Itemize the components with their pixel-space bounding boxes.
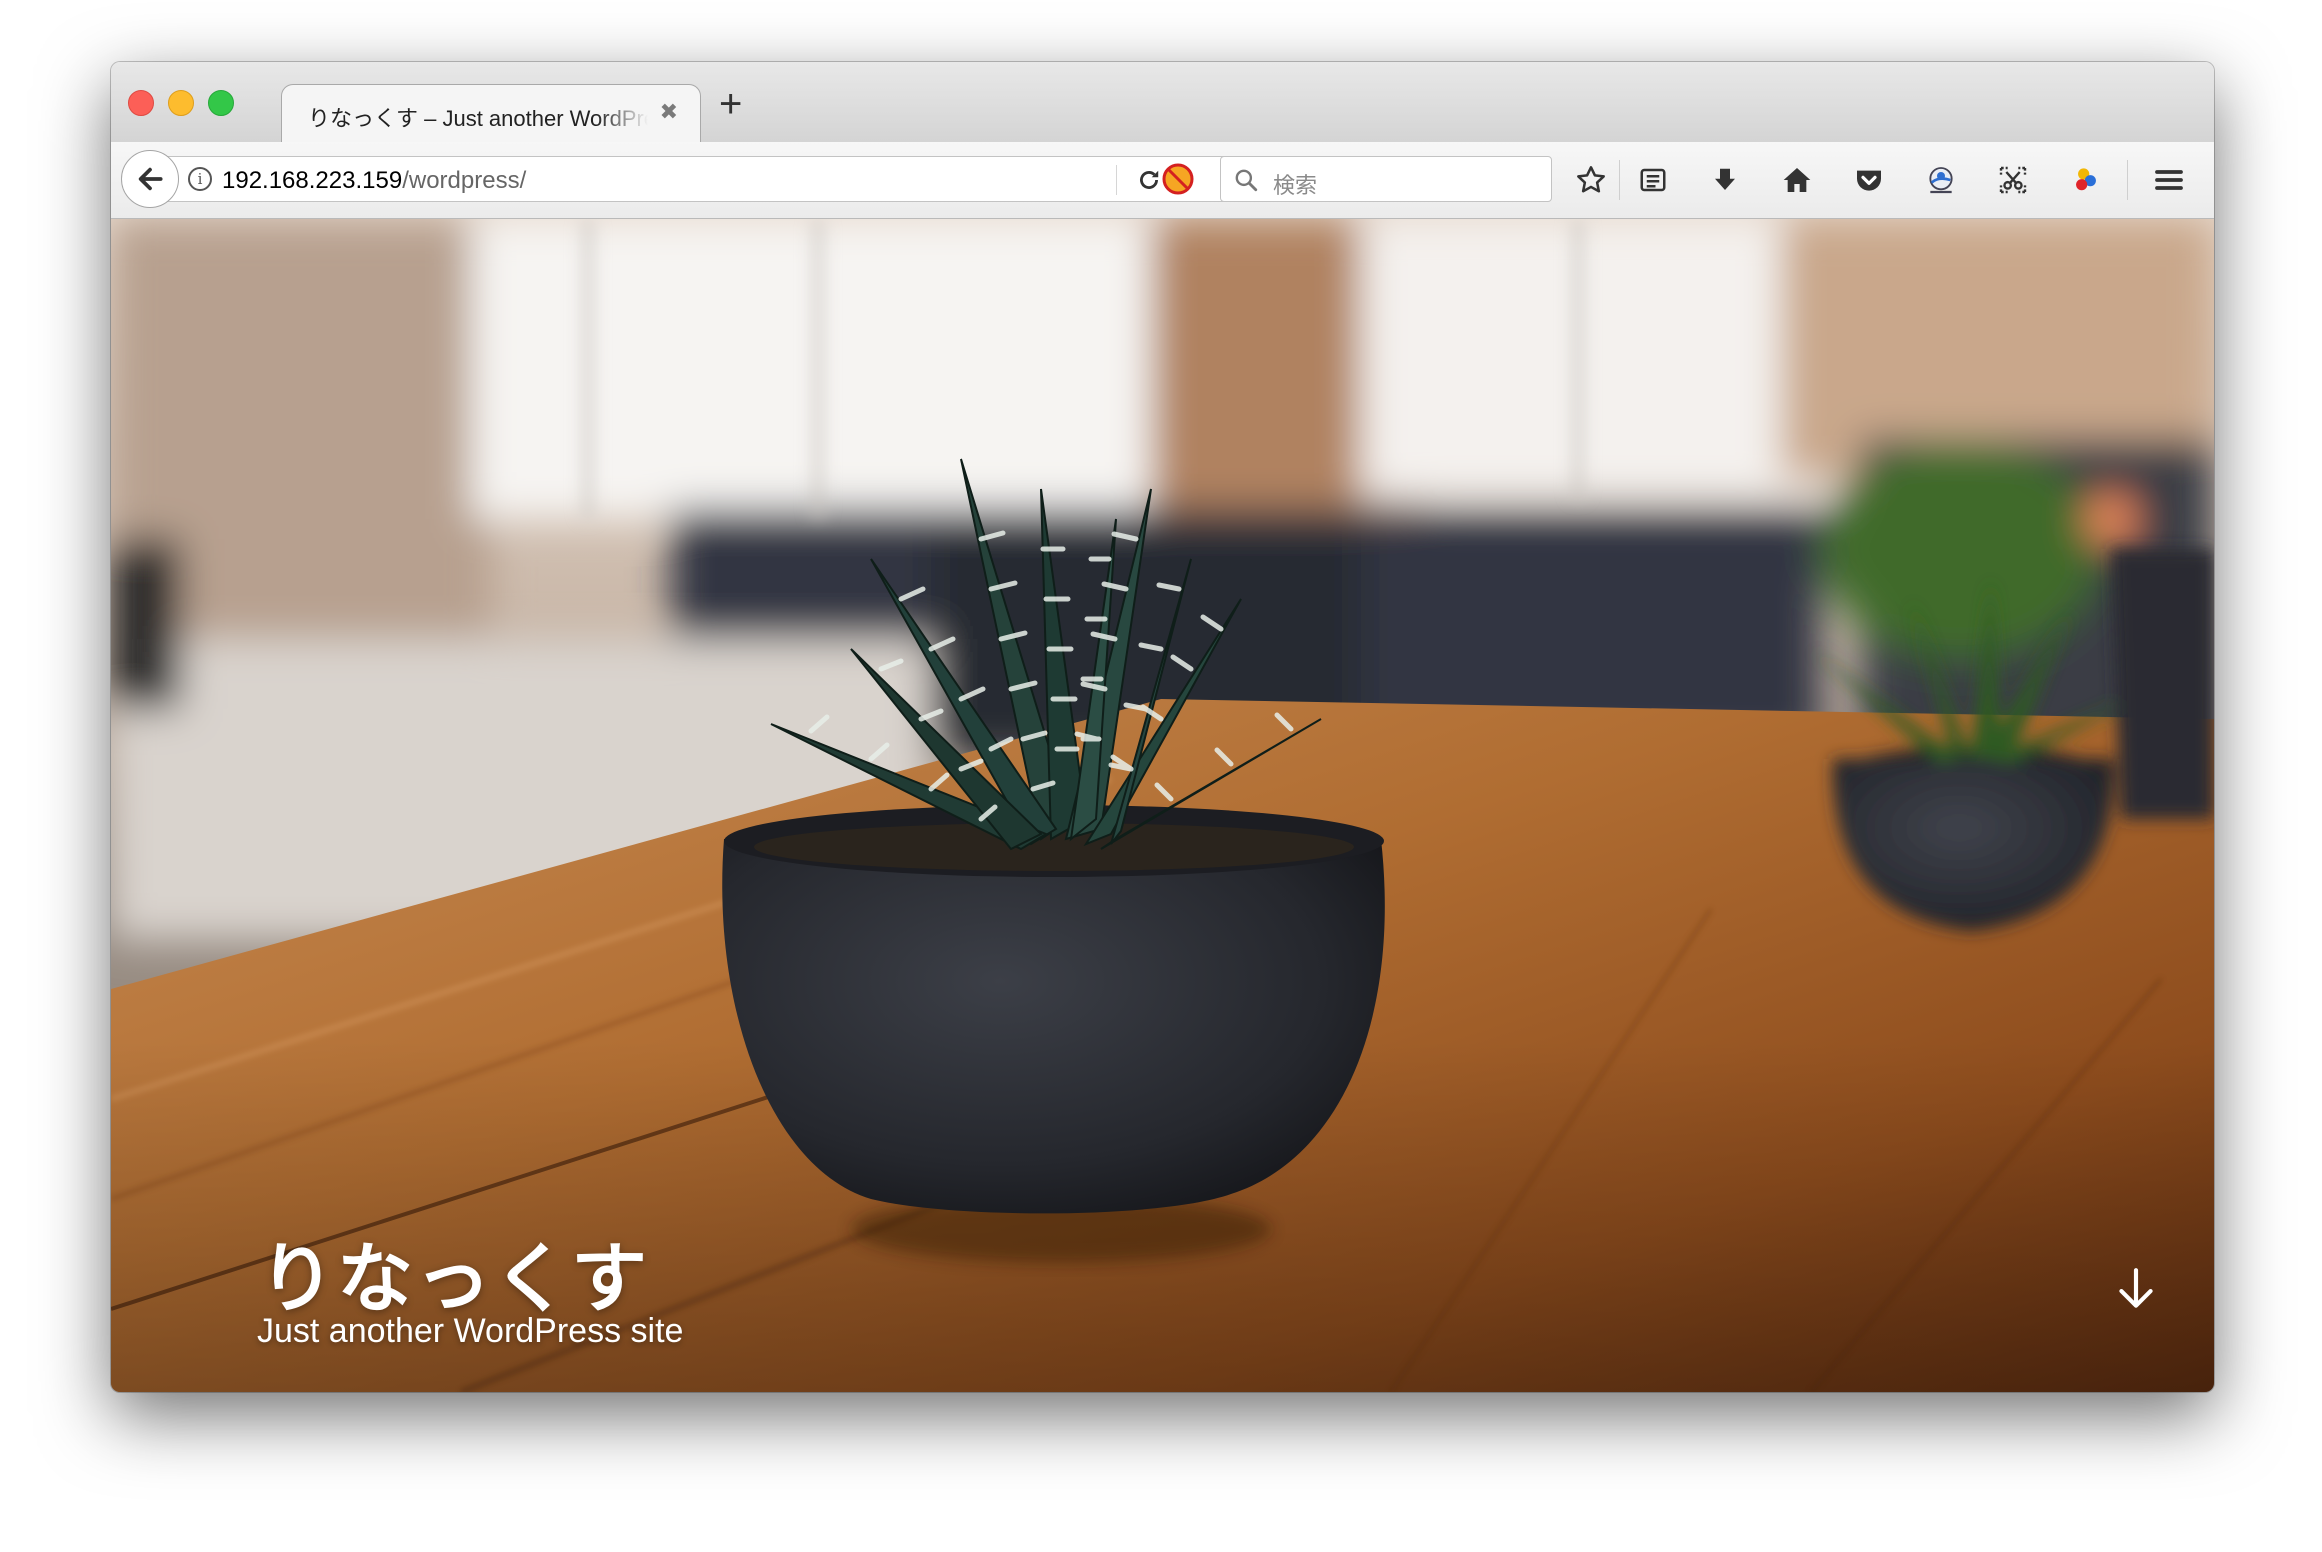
hamburger-menu-icon[interactable] — [2151, 162, 2187, 198]
navigation-toolbar: i 192.168.223.159/wordpress/ 検索 — [111, 142, 2214, 219]
back-button[interactable] — [121, 150, 179, 208]
site-description: Just another WordPress site — [257, 1312, 684, 1350]
site-title[interactable]: りなっくす — [259, 1217, 649, 1327]
scroll-down-arrow-icon[interactable] — [2111, 1264, 2161, 1314]
tab-strip: りなっくす – Just another WordPress site ✖ + — [111, 62, 2214, 144]
url-path: /wordpress/ — [402, 167, 527, 194]
reading-list-icon[interactable] — [1635, 162, 1671, 198]
tab-close-icon[interactable]: ✖ — [660, 99, 678, 125]
home-icon[interactable] — [1779, 162, 1815, 198]
url-host: 192.168.223.159 — [222, 167, 403, 194]
close-window-button[interactable] — [128, 90, 154, 116]
url-divider — [1116, 165, 1117, 195]
blocked-extension-icon[interactable] — [1161, 162, 1195, 196]
url-text[interactable]: 192.168.223.159/wordpress/ — [222, 167, 526, 195]
back-arrow-icon — [138, 167, 163, 191]
globe-extension-icon[interactable] — [1923, 162, 1959, 198]
toolbar-divider — [2127, 160, 2128, 200]
download-icon[interactable] — [1707, 162, 1743, 198]
tab-title: りなっくす – Just another WordPress site — [308, 106, 648, 131]
toolbar-divider — [1619, 160, 1620, 200]
bookmark-star-icon[interactable] — [1573, 162, 1609, 198]
new-tab-button[interactable]: + — [719, 84, 742, 124]
page-content: りなっくす Just another WordPress site — [111, 219, 2214, 1392]
search-icon — [1233, 167, 1259, 198]
minimize-window-button[interactable] — [168, 90, 194, 116]
browser-window: りなっくす – Just another WordPress site ✖ + … — [111, 62, 2214, 1392]
color-extension-icon[interactable] — [2067, 162, 2103, 198]
tab-active[interactable]: りなっくす – Just another WordPress site ✖ — [281, 84, 701, 144]
screenshot-extension-icon[interactable] — [1995, 162, 2031, 198]
info-icon[interactable]: i — [188, 167, 212, 191]
search-placeholder: 検索 — [1273, 173, 1318, 198]
pocket-icon[interactable] — [1851, 162, 1887, 198]
maximize-window-button[interactable] — [208, 90, 234, 116]
search-bar[interactable]: 検索 — [1220, 156, 1552, 202]
url-bar[interactable]: i 192.168.223.159/wordpress/ — [163, 156, 1243, 202]
